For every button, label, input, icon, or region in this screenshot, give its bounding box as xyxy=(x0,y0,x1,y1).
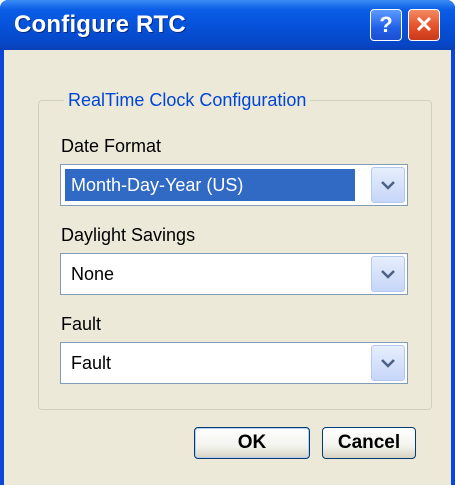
fault-select[interactable]: Fault xyxy=(60,342,408,384)
cancel-button[interactable]: Cancel xyxy=(322,427,416,459)
dialog-body: RealTime Clock Configuration Date Format… xyxy=(4,50,451,485)
chevron-down-icon xyxy=(381,359,395,368)
help-button[interactable]: ? xyxy=(370,9,402,41)
chevron-down-icon xyxy=(381,181,395,190)
chevron-down-icon xyxy=(381,270,395,279)
date-format-select[interactable]: Month-Day-Year (US) xyxy=(60,164,408,206)
daylight-savings-select[interactable]: None xyxy=(60,253,408,295)
close-icon: ✕ xyxy=(414,12,434,37)
fault-dropdown-button[interactable] xyxy=(371,345,405,381)
fault-value: Fault xyxy=(71,353,112,373)
configure-rtc-dialog: Configure RTC ? ✕ RealTime Clock Configu… xyxy=(0,0,455,485)
help-icon: ? xyxy=(379,12,393,37)
ok-button[interactable]: OK xyxy=(194,427,310,459)
title-bar[interactable]: Configure RTC ? ✕ xyxy=(0,0,455,50)
daylight-savings-value: None xyxy=(71,264,115,284)
date-format-dropdown-button[interactable] xyxy=(371,167,405,203)
date-format-label: Date Format xyxy=(61,136,162,156)
close-button[interactable]: ✕ xyxy=(408,9,440,41)
date-format-value: Month-Day-Year (US) xyxy=(65,169,355,201)
window-title: Configure RTC xyxy=(14,11,186,38)
fault-label: Fault xyxy=(61,314,102,334)
group-label: RealTime Clock Configuration xyxy=(64,90,311,111)
daylight-savings-label: Daylight Savings xyxy=(61,225,196,245)
daylight-savings-dropdown-button[interactable] xyxy=(371,256,405,292)
